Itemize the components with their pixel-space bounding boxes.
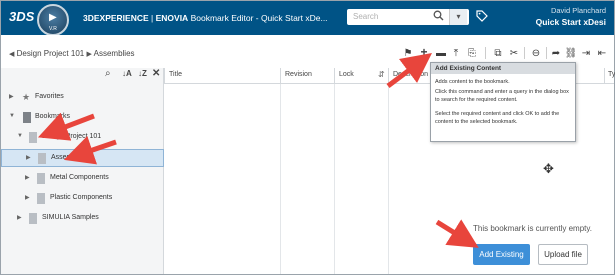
- annotation-arrow: [63, 135, 117, 165]
- annotation-arrow: [435, 219, 479, 248]
- annotation-arrow: [386, 53, 432, 88]
- annotation-arrow: [37, 112, 95, 141]
- annotation-arrows: [37, 53, 479, 248]
